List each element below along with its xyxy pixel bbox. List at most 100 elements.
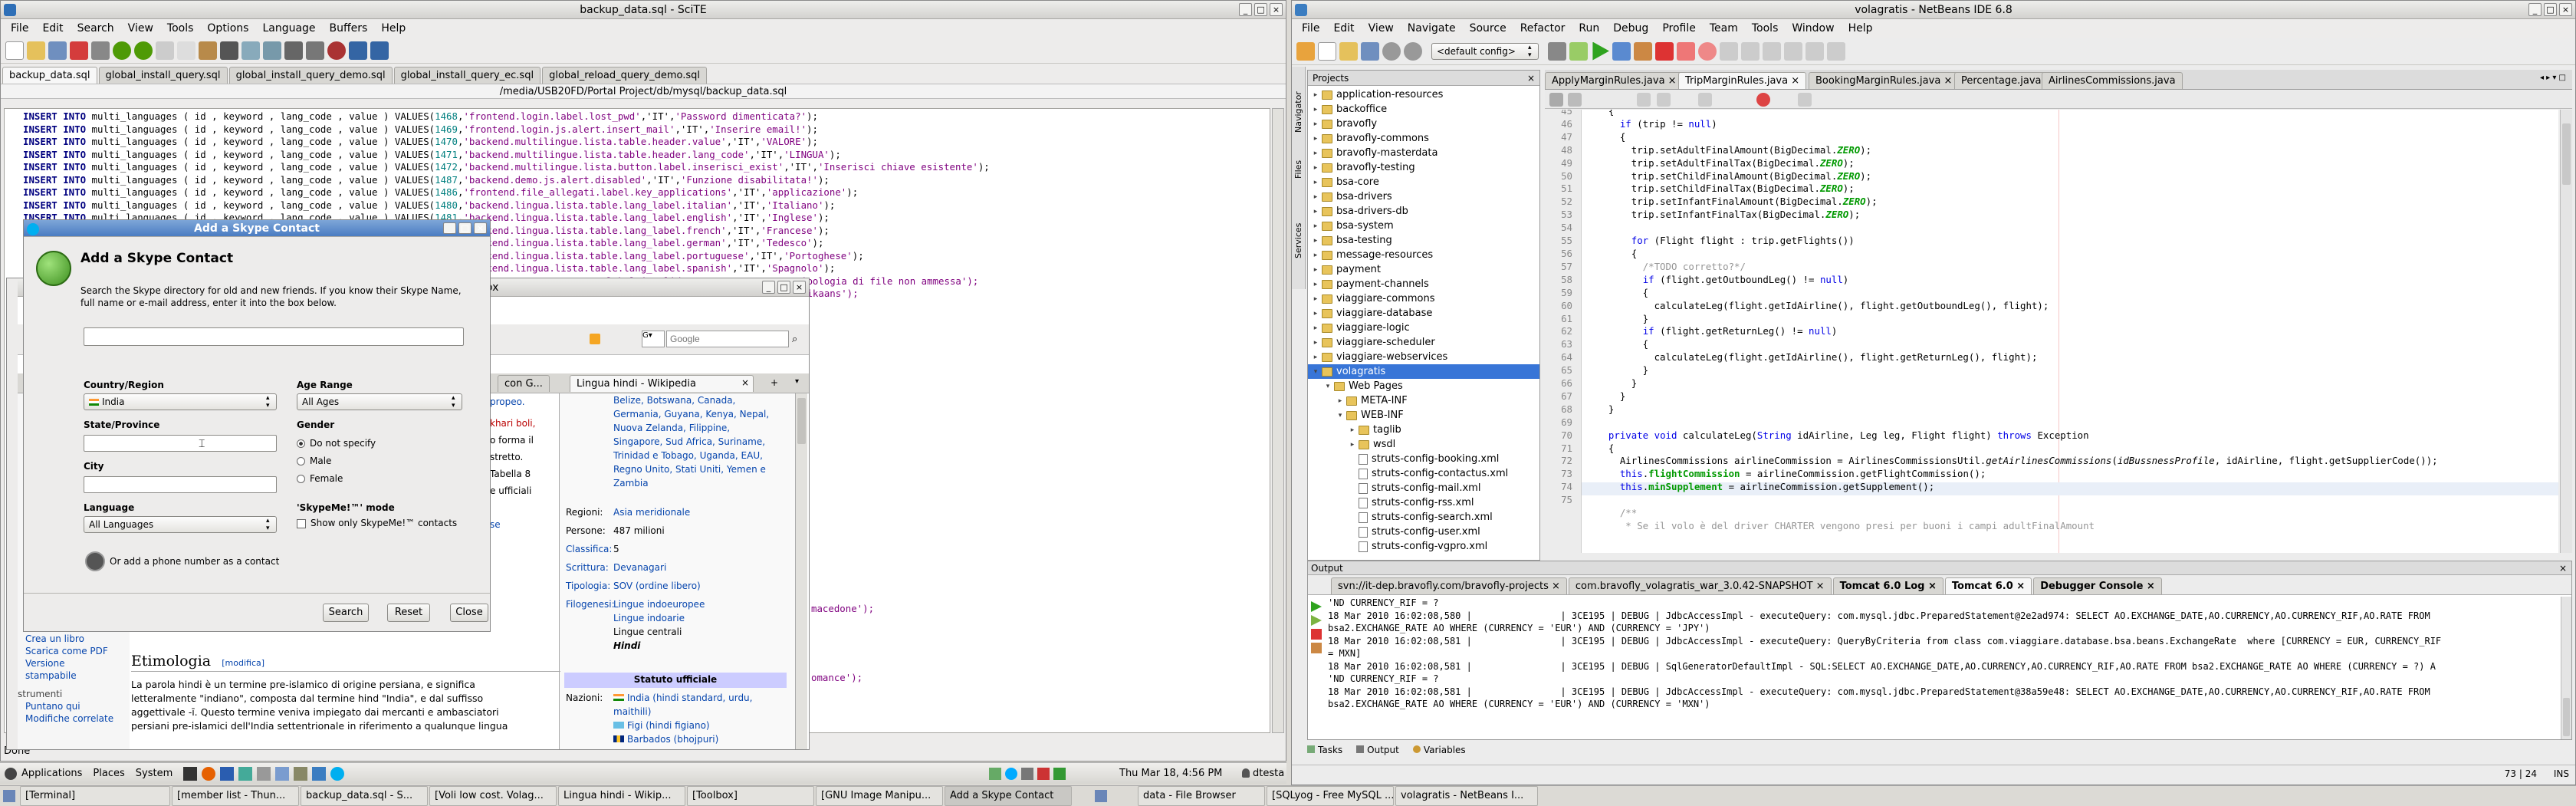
prev-buffer-icon[interactable]: [349, 41, 367, 60]
tree-node[interactable]: ▸ bravofly-testing: [1308, 160, 1539, 175]
expand-toggle-icon[interactable]: ▸: [1311, 164, 1320, 172]
output-tab-tomcat-log[interactable]: Tomcat 6.0 Log ×: [1832, 577, 1944, 594]
expand-toggle-icon[interactable]: ▸: [1311, 310, 1320, 317]
redo-icon[interactable]: [134, 41, 153, 60]
add-phone-link[interactable]: Or add a phone number as a contact: [110, 556, 279, 567]
system-menu[interactable]: System: [136, 768, 172, 779]
editor-launcher-icon[interactable]: [257, 766, 271, 781]
gender-radio-female[interactable]: Female: [297, 470, 376, 488]
menu-tools[interactable]: Tools: [160, 22, 201, 35]
sidebar-link[interactable]: Puntano qui: [18, 700, 125, 712]
source-view-icon[interactable]: [1549, 93, 1563, 107]
nazioni-item[interactable]: India (hindi standard, urdu,: [613, 691, 752, 705]
expand-toggle-icon[interactable]: ▸: [1311, 91, 1320, 99]
infobox-label[interactable]: Filogenesi:: [566, 597, 615, 653]
new-tab-icon[interactable]: +: [770, 377, 778, 388]
panel-close-icon[interactable]: ×: [1527, 71, 1535, 86]
editor-tab-bookingmarginrules[interactable]: BookingMarginRules.java ×: [1809, 72, 1960, 89]
new-file-icon[interactable]: [1318, 41, 1336, 61]
side-tab-navigator[interactable]: Navigator: [1293, 71, 1303, 133]
netbeans-launcher-icon[interactable]: [312, 766, 327, 781]
task-terminal[interactable]: [Terminal]: [20, 785, 170, 806]
maximize-icon[interactable]: □: [777, 281, 790, 294]
output-settings-icon[interactable]: [1311, 643, 1322, 653]
find-next-icon[interactable]: [1657, 93, 1671, 107]
scite-titlebar[interactable]: backup_data.sql - SciTE _ □ ×: [1, 1, 1286, 19]
expand-toggle-icon[interactable]: ▸: [1311, 354, 1320, 361]
nb-menu-help[interactable]: Help: [1842, 22, 1880, 35]
tab-global-install-query-demo[interactable]: global_install_query_demo.sql: [228, 67, 393, 84]
tab-con-g[interactable]: con G...: [498, 375, 550, 392]
language-select[interactable]: All Languages: [84, 516, 277, 533]
close-icon[interactable]: ×: [2559, 3, 2572, 16]
expand-toggle-icon[interactable]: ▸: [1311, 237, 1320, 245]
tree-node[interactable]: struts-config-mail.xml: [1308, 481, 1539, 495]
expand-toggle-icon[interactable]: ▸: [1348, 441, 1357, 449]
expand-toggle-icon[interactable]: ▸: [1348, 426, 1357, 434]
bottom-tab-output[interactable]: Output: [1356, 745, 1399, 760]
clean-build-icon[interactable]: [1569, 41, 1588, 61]
print-icon[interactable]: [91, 41, 110, 60]
sidebar-link[interactable]: Crea un libro: [18, 633, 125, 645]
close-file-icon[interactable]: [70, 41, 88, 60]
maximize-icon[interactable]: □: [2544, 3, 2557, 16]
tree-node[interactable]: ▾ volagratis: [1308, 364, 1539, 379]
city-field[interactable]: [84, 476, 277, 493]
infobox-label[interactable]: Classifica:: [566, 542, 613, 561]
country-select[interactable]: India: [84, 393, 277, 410]
gender-radio-male[interactable]: Male: [297, 452, 376, 470]
office-launcher-icon[interactable]: [275, 766, 290, 781]
infobox-label[interactable]: Scrittura:: [566, 561, 613, 579]
expand-toggle-icon[interactable]: ▾: [1336, 412, 1345, 419]
nazioni-item[interactable]: Figi (hindi figiano): [613, 719, 752, 732]
sidebar-link[interactable]: Scarica come PDF: [18, 645, 125, 657]
build-icon[interactable]: [306, 41, 324, 60]
search-icon[interactable]: ⌕: [792, 334, 797, 345]
menu-search[interactable]: Search: [71, 22, 121, 35]
nb-menu-navigate[interactable]: Navigate: [1401, 22, 1463, 35]
stop-output-icon[interactable]: [1311, 629, 1322, 640]
code-editor[interactable]: 45 {46 if (trip != null) 47 {48 trip.setA…: [1545, 110, 2558, 553]
new-file-icon[interactable]: [5, 41, 24, 60]
tree-node[interactable]: ▸ viaggiare-webservices: [1308, 350, 1539, 364]
compile-icon[interactable]: [284, 41, 303, 60]
task-voli-low-cost[interactable]: [Voli low cost. Volag...: [429, 785, 557, 806]
expand-toggle-icon[interactable]: ▸: [1311, 281, 1320, 288]
continue-icon[interactable]: [1698, 41, 1717, 61]
tree-node[interactable]: ▸ bravofly: [1308, 117, 1539, 131]
nb-menu-tools[interactable]: Tools: [1745, 22, 1786, 35]
task-toolbox[interactable]: [Toolbox]: [687, 785, 814, 806]
tree-node[interactable]: ▸ viaggiare-commons: [1308, 291, 1539, 306]
pause-icon[interactable]: [1677, 41, 1695, 61]
expand-toggle-icon[interactable]: ▾: [1311, 368, 1320, 376]
output-vscrollbar[interactable]: [2561, 597, 2571, 739]
filogenesi-item[interactable]: Lingue indoeuropee: [613, 597, 705, 611]
tab-global-install-query-ec[interactable]: global_install_query_ec.sql: [393, 67, 541, 84]
save-all-icon[interactable]: [1361, 41, 1379, 61]
expand-toggle-icon[interactable]: ▸: [1336, 397, 1345, 405]
tree-node[interactable]: ▸ bsa-system: [1308, 219, 1539, 233]
task-skype-add-contact[interactable]: Add a Skype Contact: [945, 785, 1072, 806]
task-file-browser[interactable]: data - File Browser: [1138, 785, 1265, 806]
rss-icon[interactable]: [590, 334, 600, 344]
task-scite[interactable]: backup_data.sql - S...: [301, 785, 428, 806]
menu-edit[interactable]: Edit: [35, 22, 70, 35]
expand-toggle-icon[interactable]: ▸: [1311, 222, 1320, 230]
expand-toggle-icon[interactable]: ▸: [1311, 324, 1320, 332]
tab-list-icon[interactable]: ▾: [795, 377, 799, 386]
expand-toggle-icon[interactable]: ▸: [1311, 252, 1320, 259]
tree-node[interactable]: ▸ message-resources: [1308, 248, 1539, 262]
close-button[interactable]: Close: [450, 604, 488, 622]
tree-node[interactable]: ▸ viaggiare-database: [1308, 306, 1539, 321]
tray-network-icon[interactable]: [989, 767, 1001, 780]
mail-launcher-icon[interactable]: [220, 766, 235, 781]
tree-node[interactable]: ▸ bravofly-commons: [1308, 131, 1539, 146]
minimize-icon[interactable]: _: [443, 222, 456, 234]
delete-icon[interactable]: [220, 41, 238, 60]
expand-toggle-icon[interactable]: ▸: [1311, 150, 1320, 157]
applications-menu[interactable]: Applications: [21, 768, 82, 779]
history-icon[interactable]: [1568, 93, 1582, 107]
nb-menu-source[interactable]: Source: [1463, 22, 1513, 35]
tab-backup-data[interactable]: backup_data.sql: [2, 67, 97, 84]
profile-icon[interactable]: [1634, 41, 1652, 61]
